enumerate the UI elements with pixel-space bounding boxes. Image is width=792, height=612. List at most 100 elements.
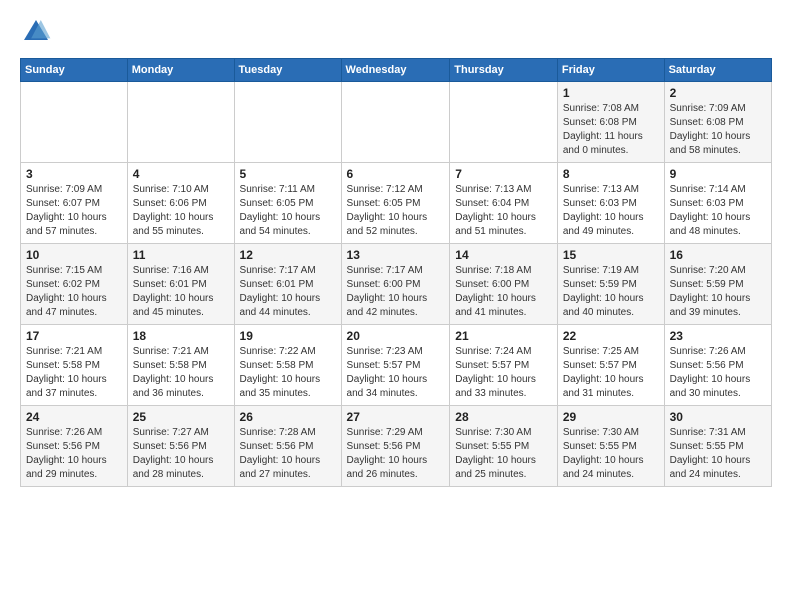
day-number: 17 [26,329,122,343]
calendar-cell: 30 Sunrise: 7:31 AM Sunset: 5:55 PM Dayli… [664,406,771,487]
day-number: 13 [347,248,445,262]
day-info: Sunrise: 7:26 AM Sunset: 5:56 PM Dayligh… [26,426,122,482]
day-number: 8 [563,167,659,181]
calendar-cell: 6 Sunrise: 7:12 AM Sunset: 6:05 PM Daylig… [341,163,450,244]
calendar-cell [127,82,234,163]
day-info: Sunrise: 7:09 AM Sunset: 6:08 PM Dayligh… [670,102,766,158]
weekday-header-thursday: Thursday [450,59,558,82]
calendar-cell [234,82,341,163]
header [20,16,772,48]
logo [20,16,56,48]
weekday-header-tuesday: Tuesday [234,59,341,82]
day-number: 16 [670,248,766,262]
calendar-cell [341,82,450,163]
calendar-cell: 17 Sunrise: 7:21 AM Sunset: 5:58 PM Dayli… [21,325,128,406]
day-info: Sunrise: 7:09 AM Sunset: 6:07 PM Dayligh… [26,183,122,239]
day-number: 3 [26,167,122,181]
calendar-cell: 4 Sunrise: 7:10 AM Sunset: 6:06 PM Daylig… [127,163,234,244]
day-number: 9 [670,167,766,181]
day-info: Sunrise: 7:21 AM Sunset: 5:58 PM Dayligh… [26,345,122,401]
calendar-cell: 18Sunrise: 7:21 AM Sunset: 5:58 PM Dayli… [127,325,234,406]
calendar-cell: 27 Sunrise: 7:29 AM Sunset: 5:56 PM Dayli… [341,406,450,487]
day-info: Sunrise: 7:13 AM Sunset: 6:03 PM Dayligh… [563,183,659,239]
calendar-cell: 9 Sunrise: 7:14 AM Sunset: 6:03 PM Daylig… [664,163,771,244]
day-info: Sunrise: 7:12 AM Sunset: 6:05 PM Dayligh… [347,183,445,239]
calendar-week-4: 17 Sunrise: 7:21 AM Sunset: 5:58 PM Dayli… [21,325,772,406]
calendar-cell: 1 Sunrise: 7:08 AM Sunset: 6:08 PM Daylig… [557,82,664,163]
day-number: 4 [133,167,229,181]
day-info: Sunrise: 7:19 AM Sunset: 5:59 PM Dayligh… [563,264,659,320]
calendar-cell: 26Sunrise: 7:28 AM Sunset: 5:56 PM Dayli… [234,406,341,487]
day-number: 6 [347,167,445,181]
day-number: 5 [240,167,336,181]
calendar-cell: 24 Sunrise: 7:26 AM Sunset: 5:56 PM Dayli… [21,406,128,487]
logo-icon [20,16,52,48]
day-number: 29 [563,410,659,424]
day-info: Sunrise: 7:20 AM Sunset: 5:59 PM Dayligh… [670,264,766,320]
day-info: Sunrise: 7:14 AM Sunset: 6:03 PM Dayligh… [670,183,766,239]
day-number: 23 [670,329,766,343]
calendar-cell: 8 Sunrise: 7:13 AM Sunset: 6:03 PM Daylig… [557,163,664,244]
day-info: Sunrise: 7:11 AM Sunset: 6:05 PM Dayligh… [240,183,336,239]
day-info: Sunrise: 7:15 AM Sunset: 6:02 PM Dayligh… [26,264,122,320]
calendar-week-1: 1 Sunrise: 7:08 AM Sunset: 6:08 PM Daylig… [21,82,772,163]
weekday-header-saturday: Saturday [664,59,771,82]
calendar-cell: 29 Sunrise: 7:30 AM Sunset: 5:55 PM Dayli… [557,406,664,487]
day-number: 19 [240,329,336,343]
weekday-header-sunday: Sunday [21,59,128,82]
calendar-cell: 20 Sunrise: 7:23 AM Sunset: 5:57 PM Dayli… [341,325,450,406]
day-number: 28 [455,410,552,424]
calendar-cell: 23 Sunrise: 7:26 AM Sunset: 5:56 PM Dayli… [664,325,771,406]
day-info: Sunrise: 7:17 AM Sunset: 6:00 PM Dayligh… [347,264,445,320]
calendar-cell: 19 Sunrise: 7:22 AM Sunset: 5:58 PM Dayli… [234,325,341,406]
day-number: 11 [133,248,229,262]
day-info: Sunrise: 7:26 AM Sunset: 5:56 PM Dayligh… [670,345,766,401]
day-info: Sunrise: 7:21 AM Sunset: 5:58 PM Dayligh… [133,345,229,401]
day-number: 7 [455,167,552,181]
day-number: 12 [240,248,336,262]
calendar-week-2: 3 Sunrise: 7:09 AM Sunset: 6:07 PM Daylig… [21,163,772,244]
day-info: Sunrise: 7:23 AM Sunset: 5:57 PM Dayligh… [347,345,445,401]
day-number: 15 [563,248,659,262]
day-number: 30 [670,410,766,424]
day-info: Sunrise: 7:31 AM Sunset: 5:55 PM Dayligh… [670,426,766,482]
day-number: 25 [133,410,229,424]
calendar-cell: 14Sunrise: 7:18 AM Sunset: 6:00 PM Dayli… [450,244,558,325]
day-info: Sunrise: 7:08 AM Sunset: 6:08 PM Dayligh… [563,102,659,158]
calendar-cell [450,82,558,163]
day-info: Sunrise: 7:10 AM Sunset: 6:06 PM Dayligh… [133,183,229,239]
weekday-header-wednesday: Wednesday [341,59,450,82]
day-number: 27 [347,410,445,424]
page: SundayMondayTuesdayWednesdayThursdayFrid… [0,0,792,503]
calendar-cell: 3 Sunrise: 7:09 AM Sunset: 6:07 PM Daylig… [21,163,128,244]
calendar-cell: 12 Sunrise: 7:17 AM Sunset: 6:01 PM Dayli… [234,244,341,325]
calendar-cell: 10 Sunrise: 7:15 AM Sunset: 6:02 PM Dayli… [21,244,128,325]
day-info: Sunrise: 7:27 AM Sunset: 5:56 PM Dayligh… [133,426,229,482]
day-info: Sunrise: 7:25 AM Sunset: 5:57 PM Dayligh… [563,345,659,401]
day-info: Sunrise: 7:30 AM Sunset: 5:55 PM Dayligh… [563,426,659,482]
calendar-cell: 5 Sunrise: 7:11 AM Sunset: 6:05 PM Daylig… [234,163,341,244]
day-number: 2 [670,86,766,100]
day-info: Sunrise: 7:30 AM Sunset: 5:55 PM Dayligh… [455,426,552,482]
calendar-cell: 25 Sunrise: 7:27 AM Sunset: 5:56 PM Dayli… [127,406,234,487]
day-info: Sunrise: 7:22 AM Sunset: 5:58 PM Dayligh… [240,345,336,401]
day-number: 24 [26,410,122,424]
day-number: 26 [240,410,336,424]
day-number: 22 [563,329,659,343]
day-number: 1 [563,86,659,100]
day-number: 20 [347,329,445,343]
calendar-cell: 16 Sunrise: 7:20 AM Sunset: 5:59 PM Dayli… [664,244,771,325]
calendar-cell [21,82,128,163]
weekday-header-row: SundayMondayTuesdayWednesdayThursdayFrid… [21,59,772,82]
calendar-body: 1 Sunrise: 7:08 AM Sunset: 6:08 PM Daylig… [21,82,772,487]
calendar-cell: 13 Sunrise: 7:17 AM Sunset: 6:00 PM Dayli… [341,244,450,325]
day-number: 10 [26,248,122,262]
calendar-cell: 15 Sunrise: 7:19 AM Sunset: 5:59 PM Dayli… [557,244,664,325]
day-info: Sunrise: 7:24 AM Sunset: 5:57 PM Dayligh… [455,345,552,401]
calendar-cell: 11Sunrise: 7:16 AM Sunset: 6:01 PM Dayli… [127,244,234,325]
day-number: 21 [455,329,552,343]
day-info: Sunrise: 7:17 AM Sunset: 6:01 PM Dayligh… [240,264,336,320]
day-info: Sunrise: 7:29 AM Sunset: 5:56 PM Dayligh… [347,426,445,482]
calendar-cell: 21 Sunrise: 7:24 AM Sunset: 5:57 PM Dayli… [450,325,558,406]
calendar-week-5: 24 Sunrise: 7:26 AM Sunset: 5:56 PM Dayli… [21,406,772,487]
